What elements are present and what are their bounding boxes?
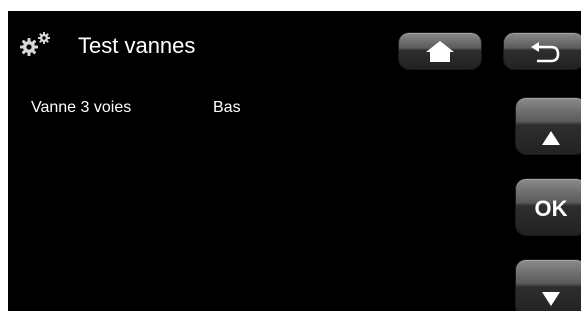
- ok-label: OK: [534, 196, 568, 221]
- home-button[interactable]: [399, 33, 481, 69]
- gears-icon: [18, 31, 54, 57]
- down-arrow-icon: [542, 292, 560, 306]
- valve-label: Vanne 3 voies: [31, 99, 132, 116]
- back-arrow-icon: [531, 42, 560, 63]
- valve-value: Bas: [213, 99, 241, 116]
- up-arrow-icon: [542, 131, 560, 145]
- down-button[interactable]: [516, 260, 581, 311]
- back-button[interactable]: [504, 33, 581, 69]
- header-bar: Test vannes: [8, 11, 581, 75]
- device-screen: Test vannes Vanne 3 voies Bas OK: [8, 11, 581, 311]
- up-button[interactable]: [516, 98, 581, 154]
- page-title: Test vannes: [78, 33, 196, 58]
- home-icon: [426, 41, 454, 62]
- valve-row[interactable]: Vanne 3 voies Bas: [31, 97, 511, 119]
- ok-button[interactable]: OK: [516, 179, 581, 235]
